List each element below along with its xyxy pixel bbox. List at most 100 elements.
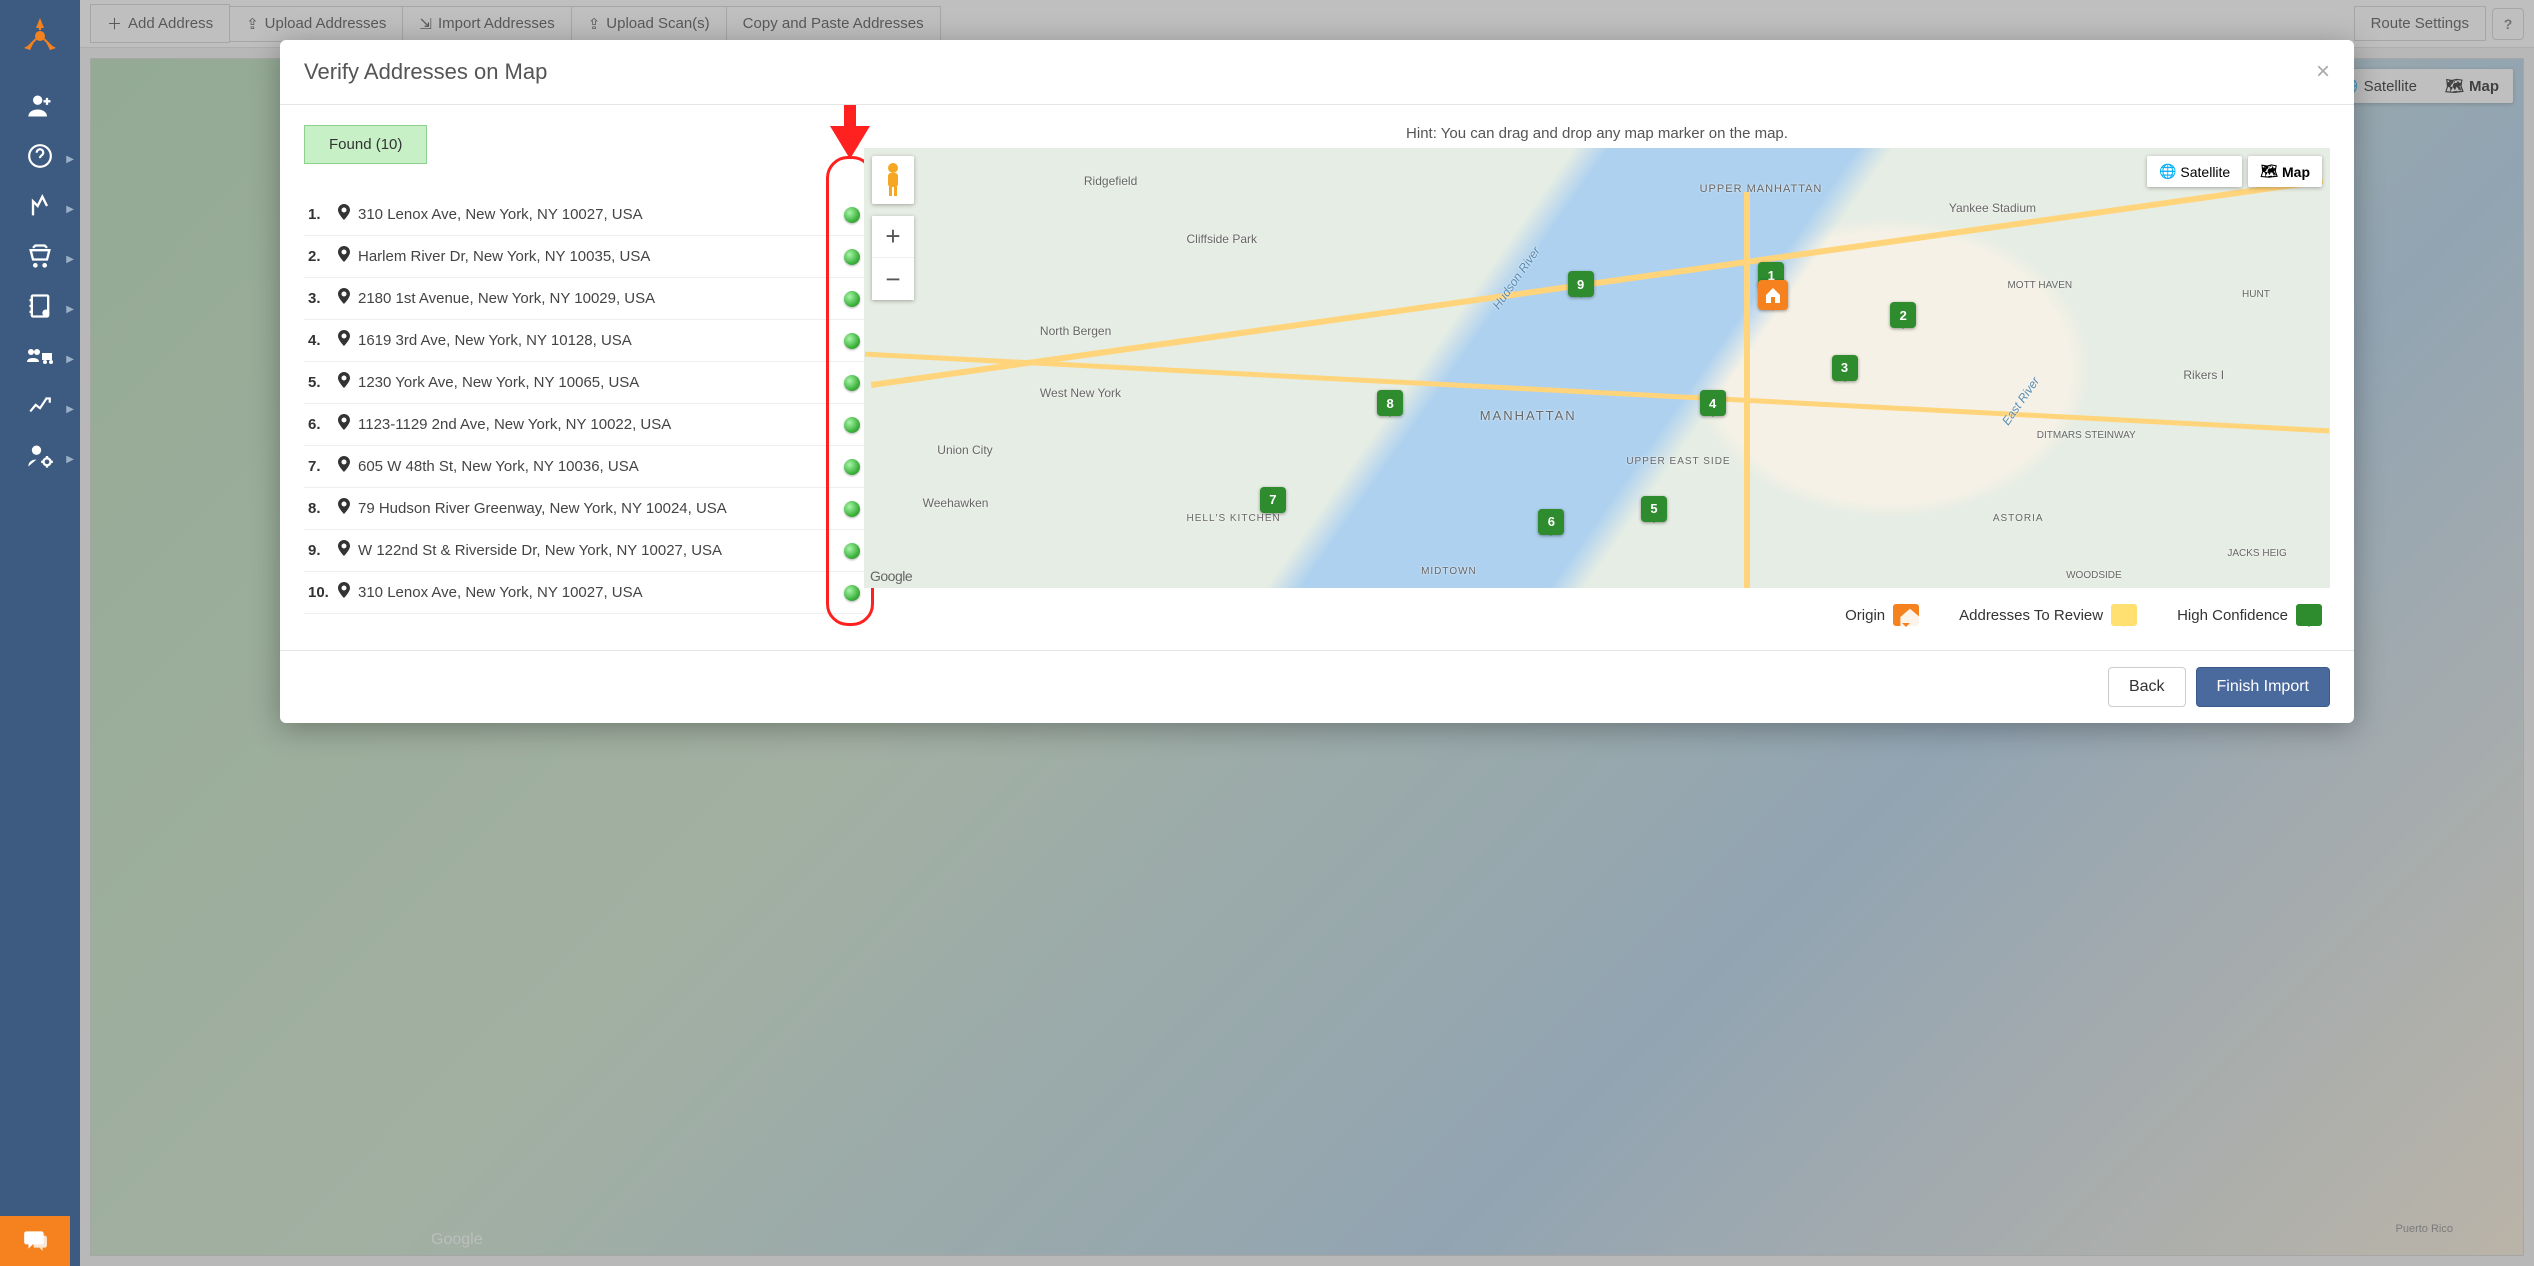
map-label: Weehawken xyxy=(923,496,989,510)
close-icon: × xyxy=(2316,58,2330,85)
caret-icon: ▶ xyxy=(66,354,74,365)
verification-map[interactable]: + − 🌐Satellite 🗺Map Ridgefield Cliffside… xyxy=(864,148,2330,588)
caret-icon: ▶ xyxy=(66,254,74,265)
mini-map-toggle[interactable]: 🗺Map xyxy=(2248,156,2322,187)
pin-icon xyxy=(338,540,350,561)
user-gear-icon xyxy=(26,442,54,477)
address-text: 1123-1129 2nd Ave, New York, NY 10022, U… xyxy=(358,416,844,433)
address-number: 1. xyxy=(308,206,338,223)
map-legend: Origin Addresses To Review High Confiden… xyxy=(864,588,2330,630)
zoom-out-button[interactable]: − xyxy=(872,258,914,300)
caret-icon: ▶ xyxy=(66,304,74,315)
sidebar-item-team[interactable]: ▶ xyxy=(0,334,80,384)
address-row[interactable]: 2.Harlem River Dr, New York, NY 10035, U… xyxy=(304,236,864,278)
address-number: 10. xyxy=(308,584,338,601)
status-indicator-icon xyxy=(844,543,860,559)
address-row[interactable]: 6. 1123-1129 2nd Ave, New York, NY 10022,… xyxy=(304,404,864,446)
sidebar-item-help[interactable]: ▶ xyxy=(0,134,80,184)
map-label: DITMARS STEINWAY xyxy=(2037,430,2136,441)
map-label: West New York xyxy=(1040,386,1121,400)
address-list: 1. 310 Lenox Ave, New York, NY 10027, USA… xyxy=(304,194,864,614)
pin-icon xyxy=(338,582,350,603)
cart-icon xyxy=(26,242,54,277)
map-label: Ridgefield xyxy=(1084,174,1137,188)
map-marker[interactable]: 7 xyxy=(1260,487,1286,513)
legend-review: Addresses To Review xyxy=(1959,604,2137,626)
pegman-control[interactable] xyxy=(872,156,914,204)
address-text: 1230 York Ave, New York, NY 10065, USA xyxy=(358,374,844,391)
map-label: Union City xyxy=(937,443,992,457)
sidebar-item-routes[interactable]: ▶ xyxy=(0,184,80,234)
globe-icon: 🌐 xyxy=(2159,163,2176,180)
map-label: Rikers I xyxy=(2183,368,2224,382)
team-truck-icon xyxy=(25,342,55,377)
tab-found[interactable]: Found (10) xyxy=(304,125,427,164)
origin-swatch-icon xyxy=(1893,604,1919,626)
address-text: 310 Lenox Ave, New York, NY 10027, USA xyxy=(358,206,844,223)
map-label: WOODSIDE xyxy=(2066,570,2122,581)
map-label: ASTORIA xyxy=(1993,513,2044,524)
back-button[interactable]: Back xyxy=(2108,667,2186,707)
sidebar-item-addressbook[interactable]: ▶ xyxy=(0,284,80,334)
house-icon xyxy=(1763,286,1783,304)
caret-icon: ▶ xyxy=(66,204,74,215)
status-indicator-icon xyxy=(844,207,860,223)
address-text: 1619 3rd Ave, New York, NY 10128, USA xyxy=(358,332,844,349)
map-label: HUNT xyxy=(2242,289,2270,300)
map-marker[interactable]: 2 xyxy=(1890,302,1916,328)
status-indicator-icon xyxy=(844,333,860,349)
map-marker[interactable]: 3 xyxy=(1832,355,1858,381)
status-indicator-icon xyxy=(844,375,860,391)
address-number: 7. xyxy=(308,458,338,475)
address-number: 4. xyxy=(308,332,338,349)
pin-icon xyxy=(338,330,350,351)
status-indicator-icon xyxy=(844,585,860,601)
address-text: Harlem River Dr, New York, NY 10035, USA xyxy=(358,248,844,265)
map-marker[interactable]: 9 xyxy=(1568,271,1594,297)
addressbook-icon xyxy=(26,292,54,327)
caret-icon: ▶ xyxy=(66,454,74,465)
address-number: 5. xyxy=(308,374,338,391)
map-label: East River xyxy=(1999,375,2042,428)
legend-high-confidence: High Confidence xyxy=(2177,604,2322,626)
address-row[interactable]: 7.605 W 48th St, New York, NY 10036, USA xyxy=(304,446,864,488)
pin-icon xyxy=(338,246,350,267)
caret-icon: ▶ xyxy=(66,404,74,415)
address-number: 9. xyxy=(308,542,338,559)
address-row[interactable]: 9.W 122nd St & Riverside Dr, New York, N… xyxy=(304,530,864,572)
zoom-in-button[interactable]: + xyxy=(872,216,914,258)
address-row[interactable]: 1. 310 Lenox Ave, New York, NY 10027, USA xyxy=(304,194,864,236)
map-icon: 🗺 xyxy=(2260,163,2278,180)
address-number: 6. xyxy=(308,416,338,433)
address-row[interactable]: 5. 1230 York Ave, New York, NY 10065, USA xyxy=(304,362,864,404)
pin-icon xyxy=(338,204,350,225)
finish-import-button[interactable]: Finish Import xyxy=(2196,667,2330,707)
map-label: HELL'S KITCHEN xyxy=(1187,513,1281,524)
sidebar-item-analytics[interactable]: ▶ xyxy=(0,384,80,434)
map-marker[interactable]: 5 xyxy=(1641,496,1667,522)
address-text: 2180 1st Avenue, New York, NY 10029, USA xyxy=(358,290,844,307)
map-label: MIDTOWN xyxy=(1421,566,1477,577)
map-marker[interactable]: 4 xyxy=(1700,390,1726,416)
address-row[interactable]: 4. 1619 3rd Ave, New York, NY 10128, USA xyxy=(304,320,864,362)
pin-icon xyxy=(338,288,350,309)
map-label: MOTT HAVEN xyxy=(2007,280,2072,291)
map-marker[interactable]: 6 xyxy=(1538,509,1564,535)
sidebar-item-add-user[interactable] xyxy=(0,84,80,134)
map-label: Hudson River xyxy=(1489,244,1542,312)
close-button[interactable]: × xyxy=(2316,58,2330,86)
sidebar-item-user-settings[interactable]: ▶ xyxy=(0,434,80,484)
map-label: JACKS HEIG xyxy=(2227,548,2286,559)
origin-marker[interactable] xyxy=(1758,280,1788,310)
sidebar-item-orders[interactable]: ▶ xyxy=(0,234,80,284)
pegman-icon xyxy=(872,156,914,204)
address-row[interactable]: 10.310 Lenox Ave, New York, NY 10027, US… xyxy=(304,572,864,614)
mini-satellite-toggle[interactable]: 🌐Satellite xyxy=(2147,156,2242,187)
map-marker[interactable]: 8 xyxy=(1377,390,1403,416)
address-row[interactable]: 3.2180 1st Avenue, New York, NY 10029, U… xyxy=(304,278,864,320)
pin-icon xyxy=(338,498,350,519)
sidebar-chat-button[interactable] xyxy=(0,1216,70,1266)
modal-title: Verify Addresses on Map xyxy=(304,59,547,85)
address-row[interactable]: 8.79 Hudson River Greenway, New York, NY… xyxy=(304,488,864,530)
status-indicator-icon xyxy=(844,249,860,265)
